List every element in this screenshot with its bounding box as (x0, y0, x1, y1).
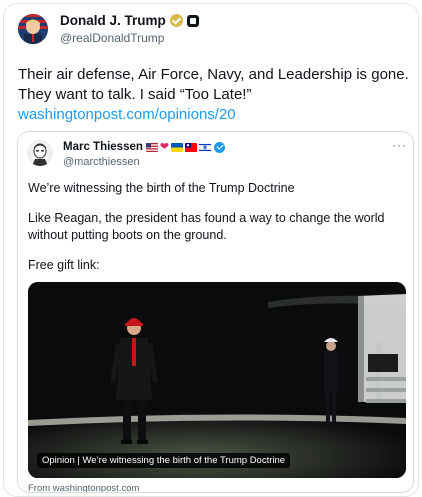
israel-flag-icon (199, 142, 212, 152)
media-photo (28, 282, 406, 478)
more-icon[interactable]: ··· (392, 138, 407, 152)
media-image[interactable]: Opinion | We’re witnessing the birth of … (28, 282, 406, 478)
quoted-paragraph: Like Reagan, the president has found a w… (28, 211, 385, 242)
link-source[interactable]: From washingtonpost.com (28, 483, 139, 492)
media-caption: Opinion | We’re witnessing the birth of … (37, 453, 291, 468)
tweet-card[interactable]: Donald J. Trump @realDonaldTrump Their a… (3, 3, 419, 497)
tweet-text: Their air defense, Air Force, Navy, and … (18, 66, 409, 103)
heart-icon: ❤ (159, 140, 170, 153)
author-name[interactable]: Donald J. Trump (60, 13, 166, 28)
author-handle[interactable]: @realDonaldTrump (60, 31, 164, 45)
quoted-name-row: Marc Thiessen ❤ (63, 140, 226, 153)
taiwan-flag-icon (185, 142, 198, 152)
quoted-author-name[interactable]: Marc Thiessen (63, 141, 143, 153)
author-avatar[interactable] (18, 14, 48, 44)
quoted-gift-link-label: Free gift link: (28, 258, 100, 272)
tweet-link[interactable]: washingtonpost.com/opinions/20 (18, 106, 236, 123)
affiliate-badge-icon[interactable] (186, 14, 199, 27)
quoted-tweet[interactable]: Marc Thiessen ❤ @marcthiessen ··· We’re … (17, 131, 414, 493)
blue-verified-icon[interactable] (214, 141, 226, 153)
gold-verified-icon[interactable] (169, 14, 183, 27)
tweet-body: Their air defense, Air Force, Navy, and … (18, 65, 413, 125)
us-flag-icon (145, 142, 158, 152)
quoted-headline: We’re witnessing the birth of the Trump … (28, 181, 295, 195)
author-name-row: Donald J. Trump (60, 13, 199, 28)
quoted-author-avatar[interactable] (27, 140, 53, 166)
ukraine-flag-icon (171, 142, 184, 152)
quoted-author-handle[interactable]: @marcthiessen (63, 156, 140, 168)
profile-flags: ❤ (145, 140, 212, 153)
